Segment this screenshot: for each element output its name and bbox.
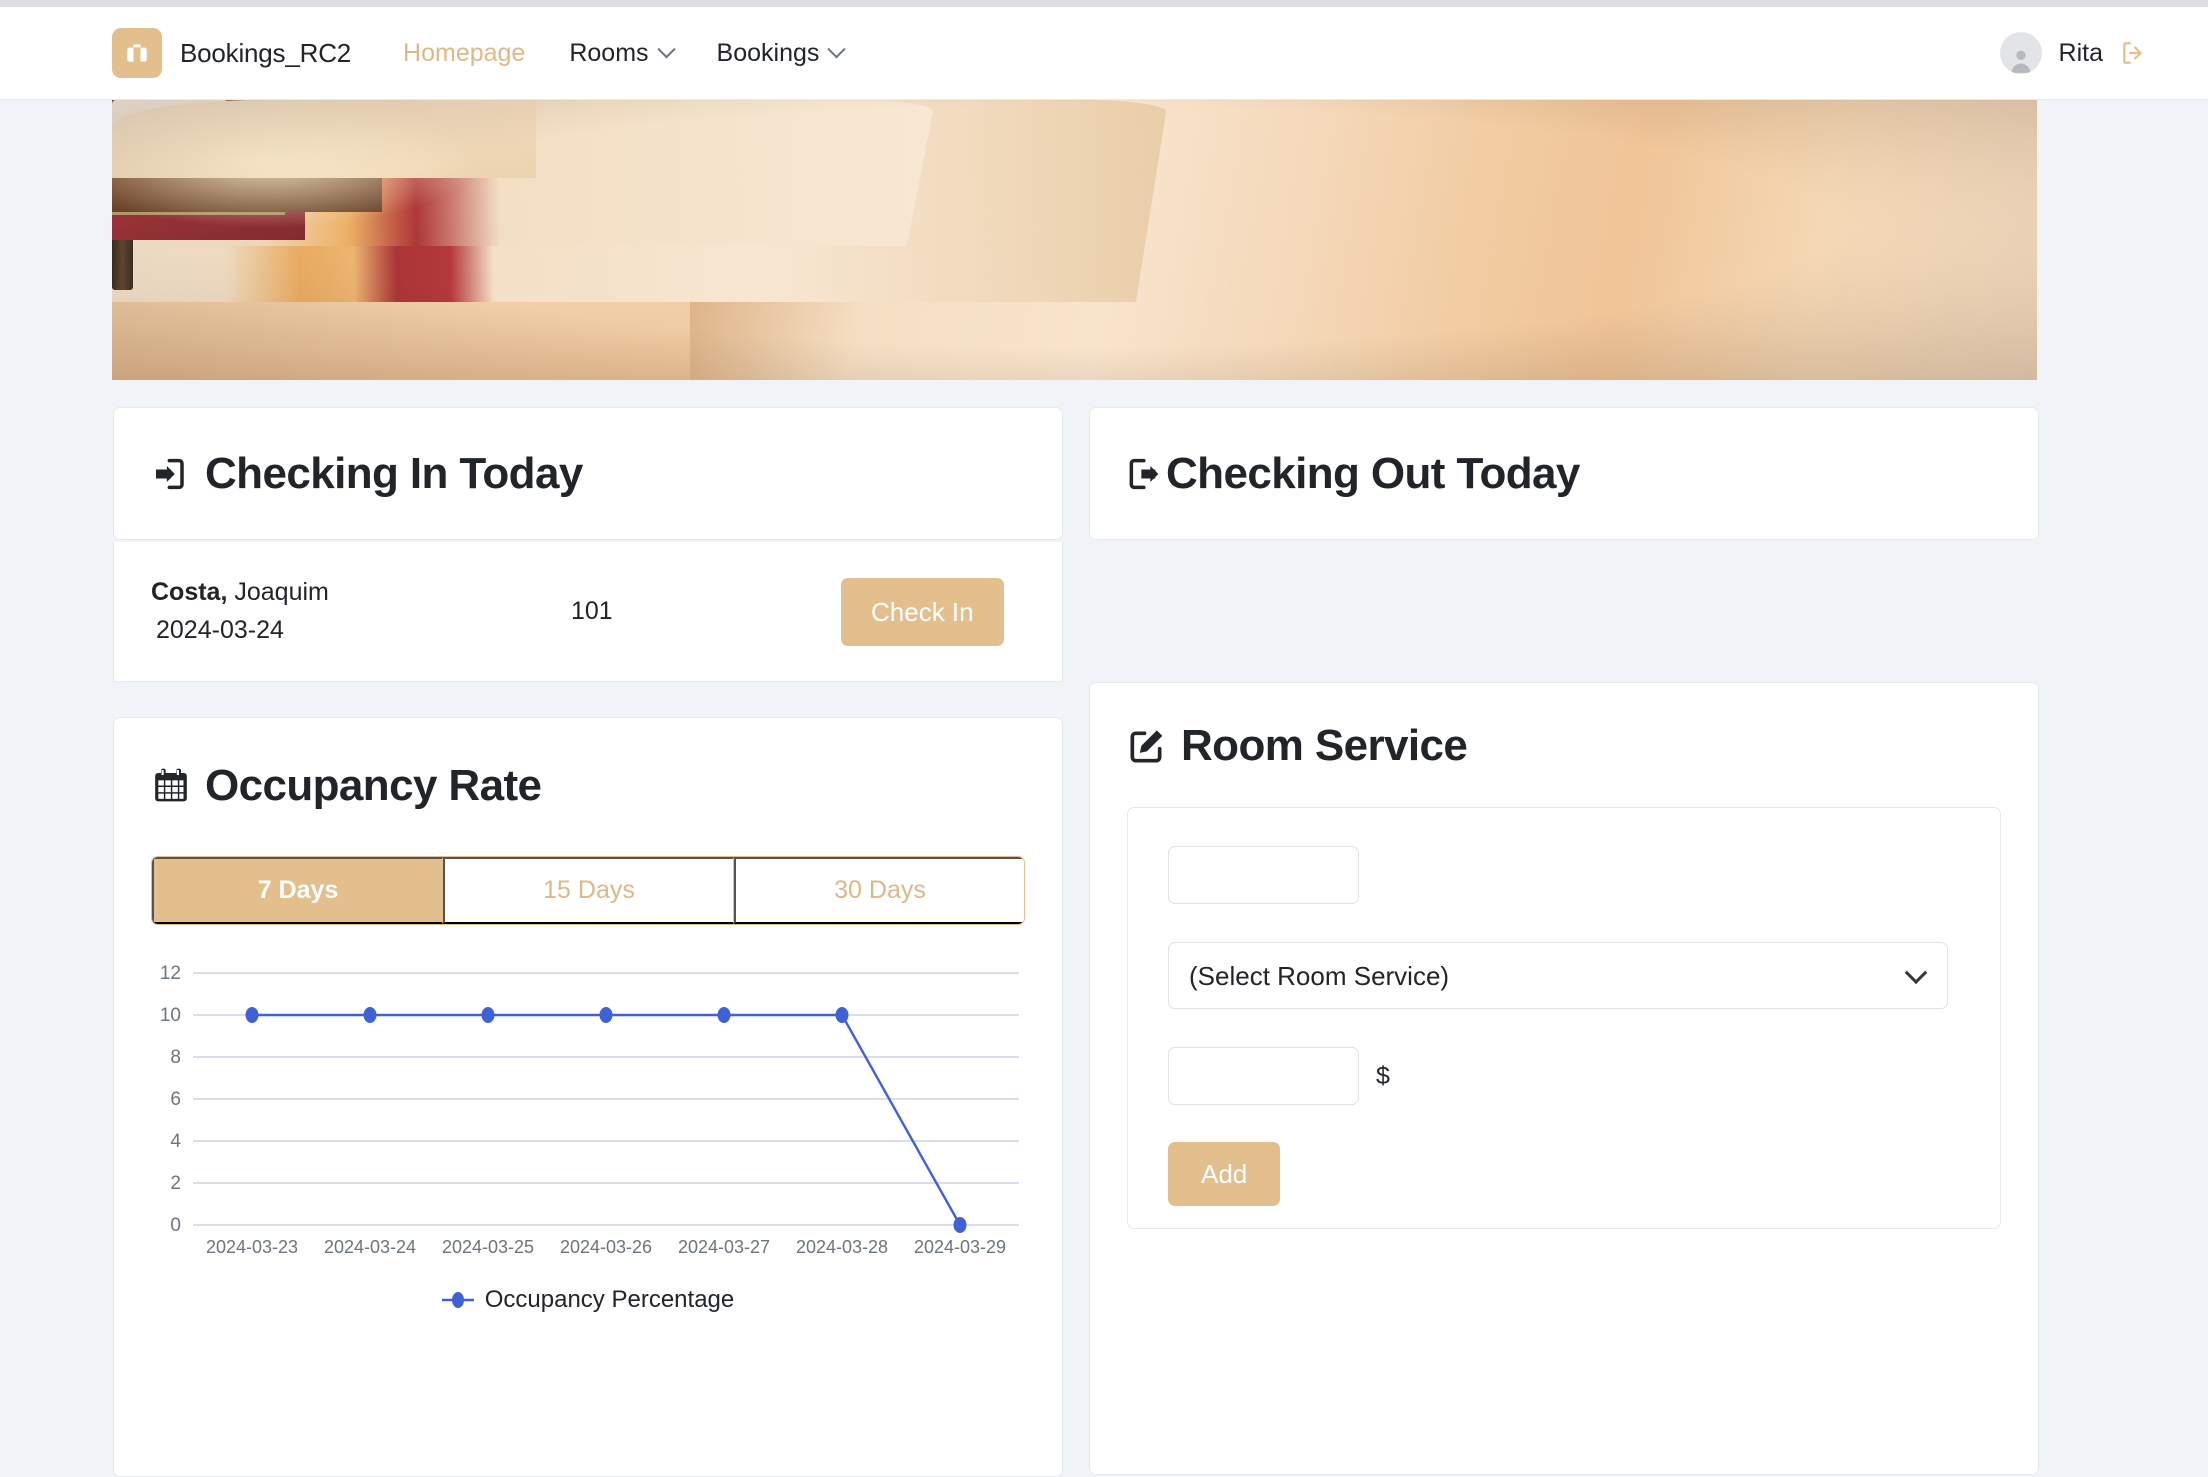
table-row: Costa, Joaquim 2024-03-24 101 Check In [114,542,1062,681]
svg-text:2024-03-25: 2024-03-25 [442,1237,534,1257]
svg-text:2024-03-27: 2024-03-27 [678,1237,770,1257]
checking-in-list: Costa, Joaquim 2024-03-24 101 Check In [113,542,1063,682]
brand-name: Bookings_RC2 [180,37,352,68]
guest-info: Costa, Joaquim 2024-03-24 [151,578,571,645]
occupancy-line-chart: 0 2 4 6 8 10 12 2024-03-23 2024-03-24 2024-03-25 2… [160,963,1019,1257]
room-number-input[interactable] [1168,846,1359,904]
svg-text:2024-03-29: 2024-03-29 [914,1237,1006,1257]
svg-text:2024-03-23: 2024-03-23 [206,1237,298,1257]
nav-link-rooms-label: Rooms [569,38,649,67]
range-7-days-button[interactable]: 7 Days [152,857,443,924]
guest-checkin-date: 2024-03-24 [156,616,284,644]
chevron-down-icon [827,39,847,58]
checking-in-card: Checking In Today [113,407,1063,540]
suitcase-icon [112,28,162,78]
checking-in-title-text: Checking In Today [205,448,583,498]
occupancy-range-toggle: 7 Days 15 Days 30 Days [151,856,1025,925]
svg-text:2: 2 [170,1173,181,1194]
logout-icon[interactable] [2120,40,2146,66]
svg-text:6: 6 [170,1089,181,1110]
svg-text:12: 12 [160,963,181,984]
legend-marker [441,1292,474,1308]
hotel-room-image [112,100,2037,380]
nav-link-rooms[interactable]: Rooms [547,39,694,68]
sign-in-icon [151,454,191,494]
guest-name: Costa, Joaquim [151,578,571,607]
guest-first-name: Joaquim [234,578,329,606]
top-navbar: Bookings_RC2 Homepage Rooms Bookings Rit… [0,7,2208,100]
svg-text:2024-03-24: 2024-03-24 [324,1237,416,1257]
chevron-down-icon [656,39,676,58]
checking-out-card: Checking Out Today [1089,407,2039,540]
window-top-strip [0,0,2208,7]
navbar-user-area: Rita [1999,32,2146,74]
edit-square-icon [1127,726,1167,766]
occupancy-chart: 0 2 4 6 8 10 12 2024-03-23 2024-03-24 2024-03-25 2… [151,963,1025,1353]
legend-label-occupancy: Occupancy Percentage [484,1286,735,1313]
avatar[interactable] [1999,32,2042,74]
price-input[interactable] [1168,1047,1359,1105]
svg-text:4: 4 [170,1131,181,1152]
nav-link-bookings[interactable]: Bookings [695,39,866,68]
nav-links: Homepage Rooms Bookings [381,39,865,68]
calendar-icon [151,766,191,806]
checking-in-title: Checking In Today [151,449,583,499]
occupancy-title: Occupancy Rate [151,761,1025,811]
user-name: Rita [2058,38,2103,67]
room-service-card: Room Service (Select Room Service) $ Add [1089,682,2039,1475]
add-room-service-button[interactable]: Add [1168,1142,1281,1206]
checking-out-title-text: Checking Out Today [1166,448,1580,498]
room-service-form: (Select Room Service) $ Add [1127,807,2001,1229]
currency-symbol: $ [1376,1061,1390,1090]
occupancy-rate-card: Occupancy Rate 7 Days 15 Days 30 Days 0 2… [113,717,1063,1477]
nav-link-bookings-label: Bookings [716,38,820,67]
service-select-row: (Select Room Service) [1168,942,1960,1009]
range-15-days-button[interactable]: 15 Days [443,857,734,924]
room-number: 101 [571,597,613,625]
brand[interactable]: Bookings_RC2 [112,28,351,78]
check-in-button[interactable]: Check In [841,577,1004,646]
svg-text:8: 8 [170,1047,181,1068]
nav-link-homepage[interactable]: Homepage [381,39,547,68]
sign-out-icon [1123,454,1163,494]
svg-text:10: 10 [160,1005,181,1026]
hero-banner [112,100,2037,380]
svg-text:0: 0 [170,1215,181,1236]
svg-text:2024-03-26: 2024-03-26 [560,1237,652,1257]
room-service-title-text: Room Service [1181,721,1468,770]
nav-link-homepage-label: Homepage [403,38,526,67]
page-content: Checking In Today Costa, Joaquim 2024-03… [0,100,2208,1477]
guest-last-name: Costa, [151,578,228,606]
room-service-select[interactable]: (Select Room Service) [1168,942,1948,1009]
range-30-days-button[interactable]: 30 Days [734,857,1024,924]
chart-legend: Occupancy Percentage [151,1286,1025,1314]
occupancy-title-text: Occupancy Rate [205,761,542,810]
checking-out-title: Checking Out Today [1123,449,1580,499]
svg-text:2024-03-28: 2024-03-28 [796,1237,888,1257]
price-row: $ [1168,1047,1960,1105]
room-service-title: Room Service [1127,721,2001,771]
